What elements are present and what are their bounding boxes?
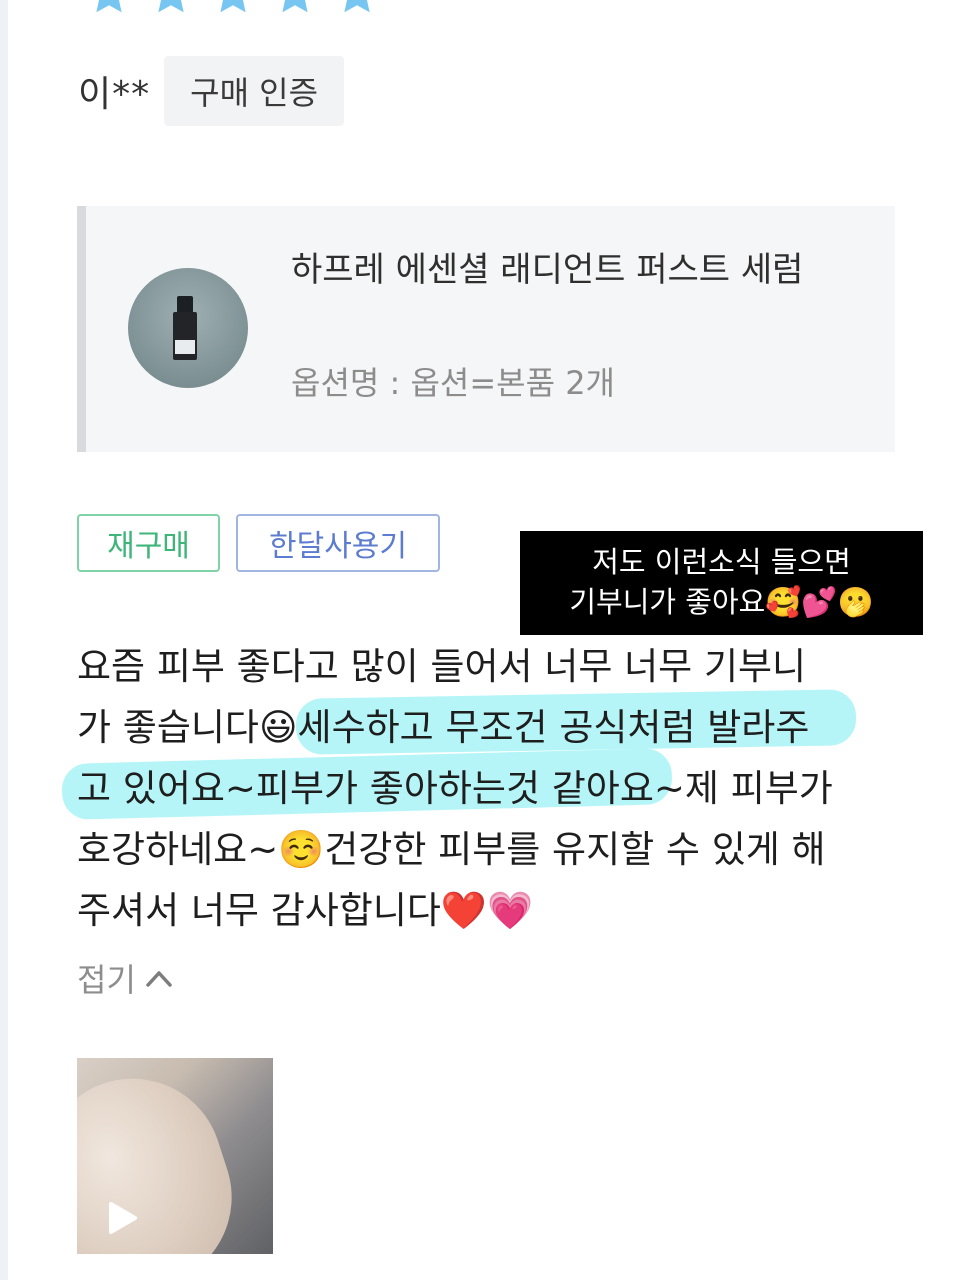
tag-repurchase: 재구매: [77, 514, 220, 572]
left-border: [0, 0, 8, 1280]
reviewer-row: 이** 구매 인증: [78, 56, 345, 126]
product-name: 하프레 에센셜 래디언트 퍼스트 세럼: [291, 250, 804, 290]
star-icon: [332, 0, 382, 18]
review-line: 호강하네요~☺️건강한 피부를 유지할 수 있게 해: [77, 828, 826, 871]
tag-one-month-use: 한달사용기: [236, 514, 440, 572]
product-thumbnail: [128, 268, 248, 388]
review-line: 주셔서 너무 감사합니다❤️💗: [77, 889, 534, 932]
product-option: 옵션명 : 옵션=본품 2개: [291, 364, 615, 402]
product-card[interactable]: 하프레 에센셜 래디언트 퍼스트 세럼 옵션명 : 옵션=본품 2개: [77, 206, 895, 452]
purchase-verified-badge: 구매 인증: [164, 56, 345, 126]
star-icon: [146, 0, 196, 18]
review-text: 요즘 피부 좋다고 많이 들어서 너무 너무 기부니 가 좋습니다😃세수하고 무…: [77, 636, 907, 941]
play-icon[interactable]: [99, 1196, 143, 1240]
review-line: 요즘 피부 좋다고 많이 들어서 너무 너무 기부니: [77, 645, 807, 688]
review-line: 고 있어요~피부가 좋아하는것 같아요~제 피부가: [77, 767, 833, 810]
fold-button[interactable]: 접기: [77, 955, 174, 1001]
caption-overlay: 저도 이런소식 들으면 기부니가 좋아요🥰💕🫢: [520, 531, 923, 635]
chevron-up-icon: [144, 967, 174, 989]
caption-line: 저도 이런소식 들으면: [592, 545, 851, 579]
bottle-label: [175, 340, 195, 354]
review-line: 가 좋습니다😃세수하고 무조건 공식처럼 발라주: [77, 706, 810, 749]
caption-line: 기부니가 좋아요🥰💕🫢: [569, 585, 874, 619]
star-icon: [270, 0, 320, 18]
reviewer-name: 이**: [78, 74, 151, 115]
review-video-thumbnail[interactable]: [77, 1058, 273, 1254]
fold-label: 접기: [77, 961, 136, 999]
star-icon: [84, 0, 134, 18]
star-rating: [84, 0, 382, 18]
star-icon: [208, 0, 258, 18]
